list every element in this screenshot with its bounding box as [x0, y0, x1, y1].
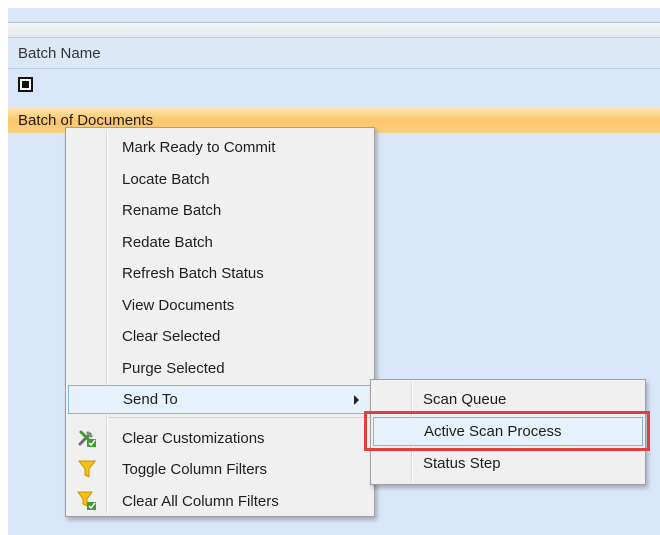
submenu-arrow-icon [354, 395, 359, 405]
menu-item-label: Mark Ready to Commit [122, 139, 276, 156]
funnel-clear-icon [76, 490, 98, 512]
grid-top-rule [8, 22, 660, 38]
menu-item-label: Clear Customizations [122, 430, 265, 447]
context-menu: Mark Ready to Commit Locate Batch Rename… [65, 127, 375, 517]
menu-item-label: View Documents [122, 297, 235, 314]
menu-item-toggle-column-filters[interactable]: Toggle Column Filters [68, 455, 372, 484]
tools-icon [76, 427, 98, 449]
grid-filter-row [8, 69, 660, 99]
submenu-item-status-step[interactable]: Status Step [373, 449, 643, 478]
batch-name-column-header[interactable]: Batch Name [8, 45, 101, 62]
menu-item-label: Send To [123, 391, 178, 408]
submenu-item-label: Status Step [423, 455, 501, 472]
menu-item-clear-customizations[interactable]: Clear Customizations [68, 424, 372, 453]
menu-item-rename-batch[interactable]: Rename Batch [68, 196, 372, 225]
menu-item-label: Redate Batch [122, 234, 213, 251]
filter-checkbox-icon[interactable] [18, 76, 33, 92]
menu-item-redate-batch[interactable]: Redate Batch [68, 228, 372, 257]
send-to-submenu: Scan Queue Active Scan Process Status St… [370, 379, 646, 485]
menu-item-refresh-batch-status[interactable]: Refresh Batch Status [68, 259, 372, 288]
grid-header-row: Batch Name [8, 38, 660, 69]
menu-item-send-to[interactable]: Send To [68, 385, 372, 414]
menu-item-label: Refresh Batch Status [122, 265, 264, 282]
batch-name-cell: Batch of Documents [18, 111, 154, 129]
funnel-icon [76, 458, 98, 480]
menu-item-label: Rename Batch [122, 202, 222, 219]
submenu-item-active-scan-process[interactable]: Active Scan Process [373, 417, 643, 446]
menu-item-label: Clear All Column Filters [122, 493, 279, 510]
menu-item-purge-selected[interactable]: Purge Selected [68, 354, 372, 383]
menu-item-locate-batch[interactable]: Locate Batch [68, 165, 372, 194]
menu-item-label: Toggle Column Filters [122, 461, 268, 478]
submenu-item-label: Scan Queue [423, 391, 507, 408]
submenu-item-label: Active Scan Process [424, 423, 562, 440]
menu-item-clear-all-column-filters[interactable]: Clear All Column Filters [68, 487, 372, 516]
menu-separator [108, 417, 372, 418]
menu-item-label: Locate Batch [122, 171, 210, 188]
menu-item-view-documents[interactable]: View Documents [68, 291, 372, 320]
menu-item-mark-ready-to-commit[interactable]: Mark Ready to Commit [68, 133, 372, 162]
menu-item-label: Clear Selected [122, 328, 221, 345]
menu-item-clear-selected[interactable]: Clear Selected [68, 322, 372, 351]
submenu-item-scan-queue[interactable]: Scan Queue [373, 385, 643, 414]
menu-item-label: Purge Selected [122, 360, 225, 377]
